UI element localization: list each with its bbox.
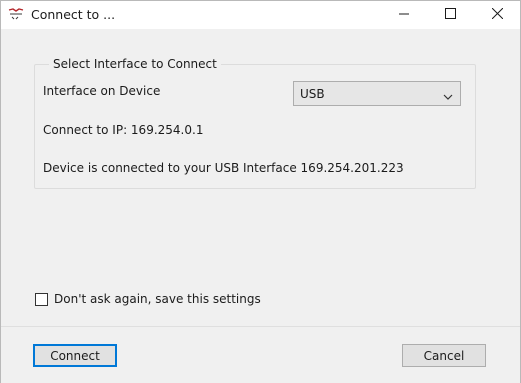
groupbox-legend: Select Interface to Connect <box>49 57 221 71</box>
connect-button[interactable]: Connect <box>33 344 117 367</box>
app-logo-icon <box>8 7 24 21</box>
dont-ask-again-checkbox[interactable] <box>35 293 48 306</box>
maximize-button[interactable] <box>427 1 473 29</box>
title-bar[interactable]: Connect to ... <box>1 1 520 29</box>
minimize-icon <box>399 8 409 22</box>
interface-select[interactable]: USB <box>293 81 461 106</box>
close-button[interactable] <box>474 1 520 29</box>
maximize-icon <box>444 8 456 22</box>
interface-label: Interface on Device <box>43 84 161 98</box>
dont-ask-again-label[interactable]: Don't ask again, save this settings <box>54 292 261 306</box>
dialog-footer: Connect Cancel <box>1 327 520 383</box>
dialog-body: Select Interface to Connect Interface on… <box>1 30 520 326</box>
interface-select-value: USB <box>300 87 325 101</box>
connection-status-text: Device is connected to your USB Interfac… <box>43 161 404 175</box>
close-icon <box>491 7 503 22</box>
interface-groupbox: Select Interface to Connect Interface on… <box>34 57 476 189</box>
connect-dialog: Connect to ... Select Interface to Conne… <box>0 0 521 383</box>
cancel-button[interactable]: Cancel <box>402 344 486 367</box>
connect-ip-text: Connect to IP: 169.254.0.1 <box>43 123 204 137</box>
minimize-button[interactable] <box>381 1 427 29</box>
window-title: Connect to ... <box>31 7 116 22</box>
chevron-down-icon <box>443 90 453 100</box>
